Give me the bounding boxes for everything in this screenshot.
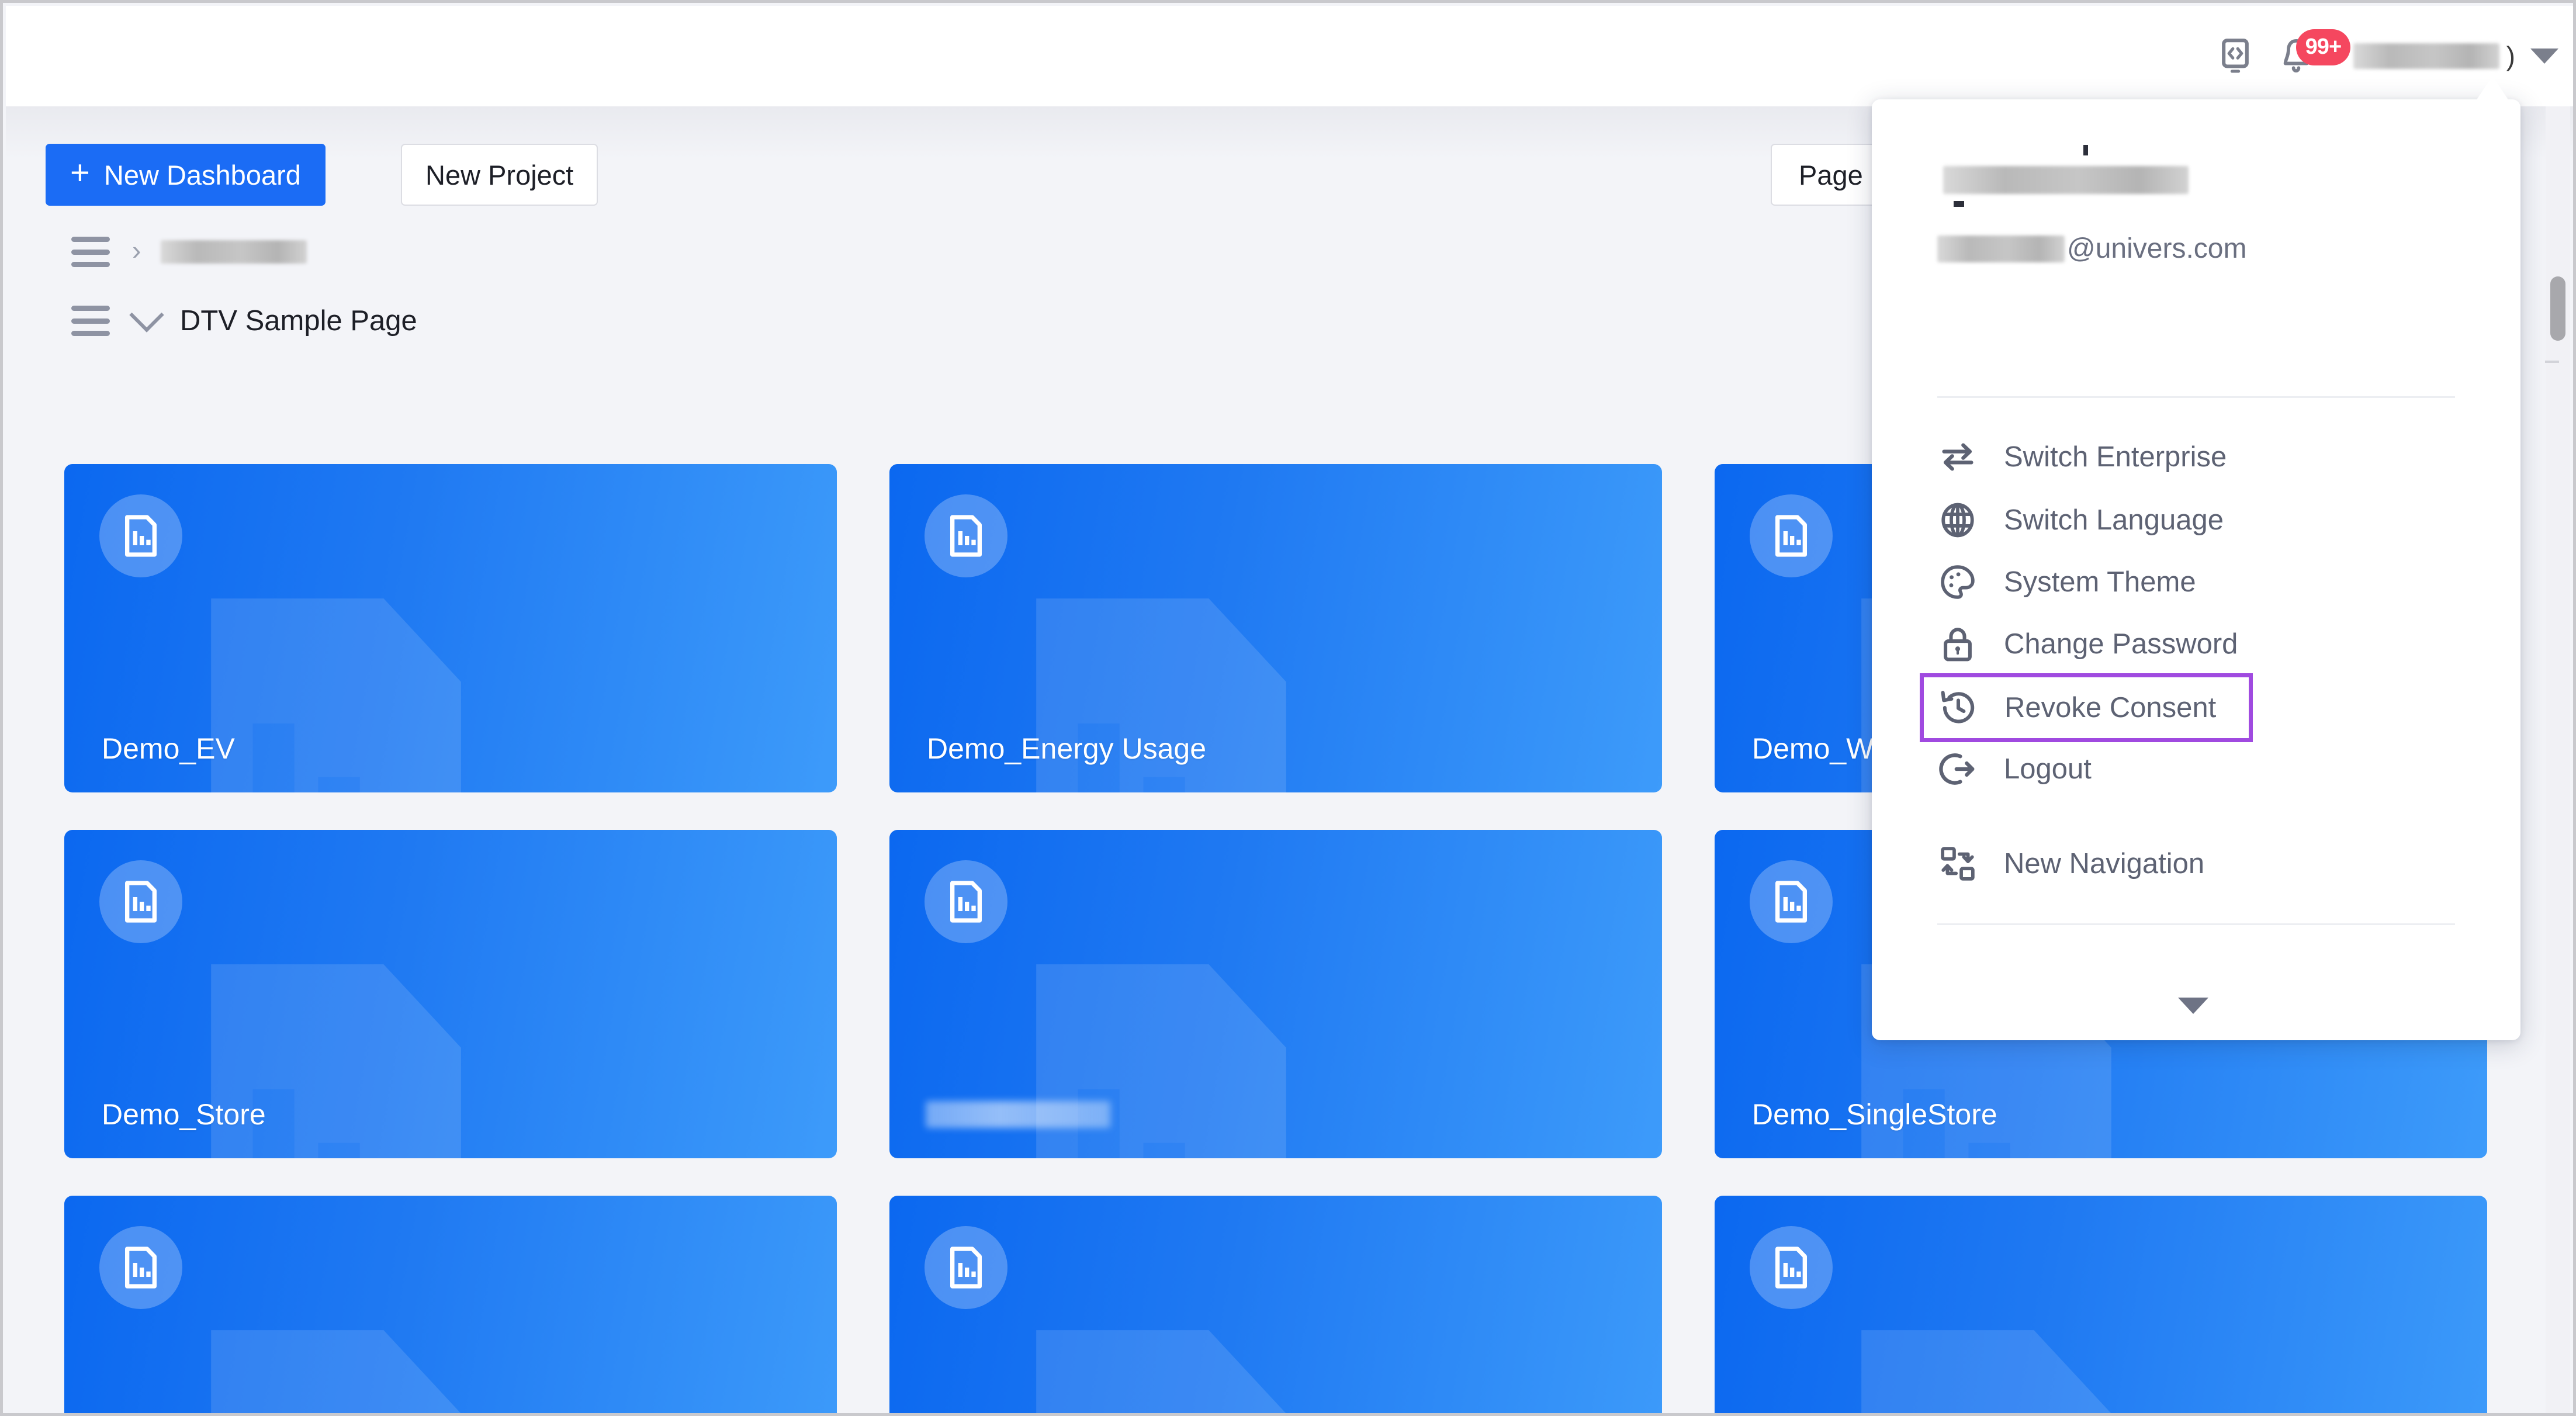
chevron-down-icon xyxy=(2530,49,2558,64)
new-project-button[interactable]: New Project xyxy=(401,144,598,206)
dashboard-card[interactable]: Demo_Store xyxy=(64,830,837,1158)
breadcrumb-separator-icon: › xyxy=(132,235,141,265)
notifications-bell[interactable]: 99+ xyxy=(2266,26,2351,86)
dropdown-expand-chevron-icon[interactable] xyxy=(2178,998,2208,1014)
user-account-dropdown: @univers.com Switch Enterprise Switch Lan… xyxy=(1872,99,2520,1040)
document-chart-icon xyxy=(1750,860,1833,943)
notification-count-badge: 99+ xyxy=(2295,29,2351,65)
card-watermark-icon xyxy=(184,1324,488,1413)
card-title: Demo_SingleStore xyxy=(1752,1098,1997,1131)
dropdown-divider-top xyxy=(1937,396,2455,398)
card-watermark-icon xyxy=(1834,1324,2138,1413)
document-chart-icon xyxy=(99,494,182,577)
breadcrumb-hamburger-icon[interactable] xyxy=(71,237,110,267)
section-header: DTV Sample Page xyxy=(6,289,1876,353)
new-dashboard-button[interactable]: + New Dashboard xyxy=(46,144,326,206)
document-chart-icon xyxy=(1750,1226,1833,1309)
dropdown-item-label: Revoke Consent xyxy=(2004,692,2217,723)
section-hamburger-icon[interactable] xyxy=(71,306,110,336)
dropdown-item-label: Change Password xyxy=(2004,628,2238,660)
document-chart-icon xyxy=(925,1226,1007,1309)
email-local-part-redacted xyxy=(1937,235,2065,262)
card-title: Demo_Store xyxy=(102,1098,266,1131)
dashboard-card[interactable] xyxy=(889,830,1662,1158)
name-glyph-fragment-top xyxy=(2083,145,2088,155)
dropdown-item-switch-language[interactable]: Switch Language xyxy=(1937,493,2455,547)
application-window: 99+ ) + New Dashboard New Project Page › xyxy=(0,0,2576,1416)
new-dashboard-label: New Dashboard xyxy=(103,159,301,191)
dropdown-item-new-navigation[interactable]: New Navigation xyxy=(1937,837,2455,891)
top-header-bar: 99+ ) xyxy=(6,6,2573,106)
card-title: Demo_EV xyxy=(102,732,235,765)
lock-icon xyxy=(1937,624,1978,664)
dropdown-item-label: Switch Language xyxy=(2004,504,2224,536)
dropdown-username-redacted xyxy=(1943,166,2189,194)
dropdown-item-label: New Navigation xyxy=(2004,848,2205,880)
document-chart-icon xyxy=(1750,494,1833,577)
card-title-redacted xyxy=(926,1101,1110,1128)
dashboard-card[interactable]: Demo_EV xyxy=(64,464,837,792)
breadcrumb-project-redacted[interactable] xyxy=(161,240,307,264)
dropdown-divider-bottom xyxy=(1937,923,2455,925)
dropdown-item-label: System Theme xyxy=(2004,566,2196,598)
section-title: DTV Sample Page xyxy=(180,305,417,337)
document-chart-icon xyxy=(99,860,182,943)
dropdown-item-logout[interactable]: Logout xyxy=(1937,742,2455,796)
breadcrumb: › xyxy=(6,217,1876,286)
user-name-redacted xyxy=(2353,43,2499,69)
document-chart-icon xyxy=(925,494,1007,577)
card-title: Demo_Energy Usage xyxy=(927,732,1207,765)
switch-arrows-icon xyxy=(1937,437,1978,477)
dashboard-card[interactable]: Demo_Energy Usage xyxy=(889,464,1662,792)
plus-icon: + xyxy=(70,154,90,192)
user-name-paren: ) xyxy=(2506,41,2515,71)
navigation-swap-icon xyxy=(1937,843,1978,884)
scrollbar-tick xyxy=(2545,361,2559,363)
document-chart-icon xyxy=(925,860,1007,943)
card-watermark-icon xyxy=(1009,1324,1313,1413)
globe-icon xyxy=(1937,500,1978,541)
document-chart-icon xyxy=(99,1226,182,1309)
dropdown-user-email: @univers.com xyxy=(1937,233,2246,265)
page-scrollbar-thumb[interactable] xyxy=(2550,276,2565,341)
section-chevron-down-icon[interactable] xyxy=(129,297,164,333)
card-watermark-icon xyxy=(1009,958,1313,1158)
dropdown-item-label: Switch Enterprise xyxy=(2004,441,2227,473)
palette-icon xyxy=(1937,562,1978,603)
email-domain-text: @univers.com xyxy=(2067,233,2247,264)
dropdown-item-revoke-consent[interactable]: Revoke Consent xyxy=(1920,673,2253,742)
history-clock-icon xyxy=(1938,687,1979,728)
dropdown-item-label: Logout xyxy=(2004,753,2092,785)
dashboard-card[interactable] xyxy=(889,1196,1662,1413)
logout-icon xyxy=(1937,749,1978,790)
dropdown-pointer-arrow xyxy=(2476,76,2509,101)
code-embed-icon[interactable] xyxy=(2205,26,2266,86)
user-menu-trigger[interactable]: ) xyxy=(2353,43,2558,70)
dropdown-item-system-theme[interactable]: System Theme xyxy=(1937,555,2455,609)
dropdown-item-change-password[interactable]: Change Password xyxy=(1937,617,2455,671)
dropdown-item-switch-enterprise[interactable]: Switch Enterprise xyxy=(1937,430,2455,484)
name-glyph-fragment-bottom xyxy=(1954,201,1964,207)
dashboard-card[interactable] xyxy=(1715,1196,2487,1413)
dashboard-card[interactable] xyxy=(64,1196,837,1413)
